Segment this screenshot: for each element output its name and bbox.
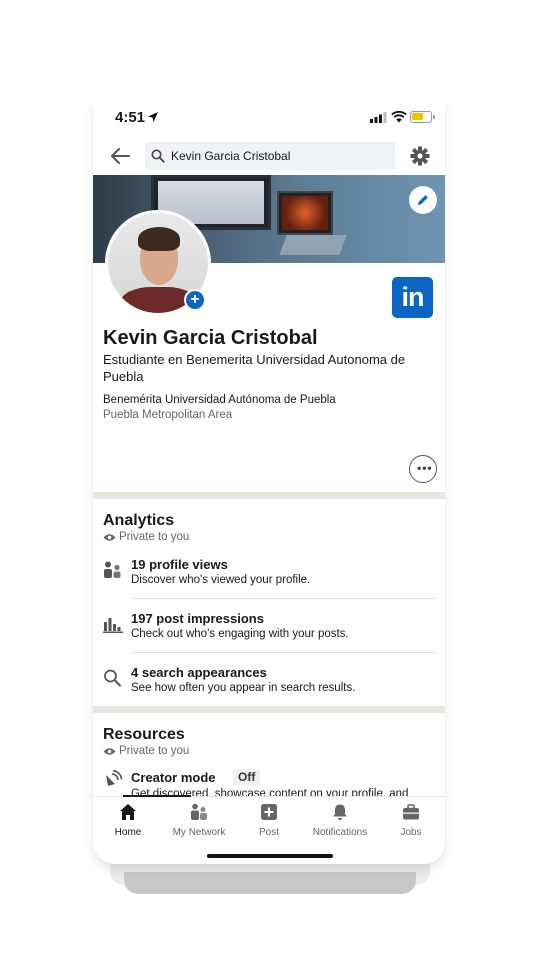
- edit-background-button[interactable]: [409, 186, 437, 214]
- pencil-icon: [418, 195, 428, 205]
- post-icon: [261, 804, 277, 820]
- battery-icon: [410, 111, 435, 123]
- section-divider: [93, 706, 445, 713]
- resources-title: Resources: [103, 726, 185, 743]
- nav-post[interactable]: Post: [234, 803, 304, 838]
- home-icon: [120, 804, 136, 820]
- section-divider: [93, 492, 445, 499]
- item-divider: [131, 652, 437, 653]
- nav-notifications[interactable]: Notifications: [305, 803, 375, 838]
- signal-icon: [370, 112, 387, 123]
- analytics-title: Analytics: [103, 512, 175, 529]
- nav-label: Notifications: [312, 827, 368, 838]
- home-indicator: [207, 854, 333, 858]
- analytics-item-post-impressions[interactable]: 197 post impressions Check out who's eng…: [103, 611, 437, 665]
- satellite-dish-icon: [106, 770, 123, 786]
- private-label: Private to you: [119, 531, 190, 543]
- private-label: Private to you: [119, 745, 190, 757]
- nav-jobs[interactable]: Jobs: [376, 803, 445, 838]
- resources-private-note: Private to you: [103, 745, 189, 757]
- search-icon: [104, 669, 121, 687]
- creator-mode-title: Creator mode: [131, 770, 216, 785]
- back-arrow-icon[interactable]: [109, 147, 131, 165]
- gear-icon[interactable]: [409, 145, 431, 167]
- analytics-item-subtitle: Check out who's engaging with your posts…: [131, 628, 349, 640]
- top-navigation: Kevin Garcia Cristobal: [93, 140, 445, 174]
- location-arrow-icon: [148, 112, 158, 122]
- item-divider: [131, 598, 437, 599]
- bell-icon: [333, 804, 347, 820]
- network-icon: [191, 803, 207, 820]
- active-tab-indicator: [123, 795, 191, 797]
- nav-label: My Network: [172, 827, 226, 838]
- banner-laptop-second: [277, 191, 333, 235]
- add-photo-plus-icon[interactable]: +: [184, 289, 206, 311]
- status-time: 4:51: [115, 109, 146, 126]
- analytics-item-title: 19 profile views: [131, 557, 228, 572]
- nav-label: Post: [258, 827, 279, 838]
- analytics-item-subtitle: See how often you appear in search resul…: [131, 682, 356, 694]
- more-options-button[interactable]: •••: [409, 455, 437, 483]
- briefcase-icon: [403, 804, 419, 820]
- nav-label: Jobs: [400, 827, 422, 838]
- analytics-item-subtitle: Discover who's viewed your profile.: [131, 574, 311, 586]
- nav-my-network[interactable]: My Network: [164, 803, 234, 838]
- creator-mode-item[interactable]: Creator mode Off Get discovered, showcas…: [103, 768, 437, 796]
- profile-location: Puebla Metropolitan Area: [103, 409, 233, 421]
- analytics-item-title: 197 post impressions: [131, 611, 264, 626]
- bar-chart-icon: [103, 618, 123, 633]
- device-shadow-base: [124, 872, 416, 894]
- wifi-icon: [391, 110, 407, 123]
- phone-screen: 4:51 Kevin Garcia Cristobal + in Kevin G…: [93, 100, 445, 864]
- search-query: Kevin Garcia Cristobal: [171, 149, 291, 163]
- eye-icon: [103, 534, 116, 541]
- profile-education[interactable]: Benemérita Universidad Autónoma de Puebl…: [103, 394, 336, 406]
- eye-icon: [103, 748, 116, 755]
- analytics-item-profile-views[interactable]: 19 profile views Discover who's viewed y…: [103, 557, 437, 611]
- nav-label: Home: [114, 827, 142, 838]
- linkedin-logo-icon: in: [392, 277, 433, 318]
- creator-mode-status-badge: Off: [233, 769, 261, 785]
- ellipsis-icon: •••: [417, 461, 433, 475]
- banner-keyboard: [279, 235, 347, 255]
- search-input[interactable]: Kevin Garcia Cristobal: [145, 142, 395, 170]
- status-bar: 4:51: [93, 100, 445, 136]
- profile-name: Kevin Garcia Cristobal: [103, 327, 318, 349]
- analytics-private-note: Private to you: [103, 531, 189, 543]
- nav-home[interactable]: Home: [93, 803, 163, 838]
- analytics-item-title: 4 search appearances: [131, 665, 267, 680]
- search-icon: [151, 149, 165, 163]
- people-icon: [104, 561, 121, 578]
- profile-headline: Estudiante en Benemerita Universidad Aut…: [103, 352, 406, 384]
